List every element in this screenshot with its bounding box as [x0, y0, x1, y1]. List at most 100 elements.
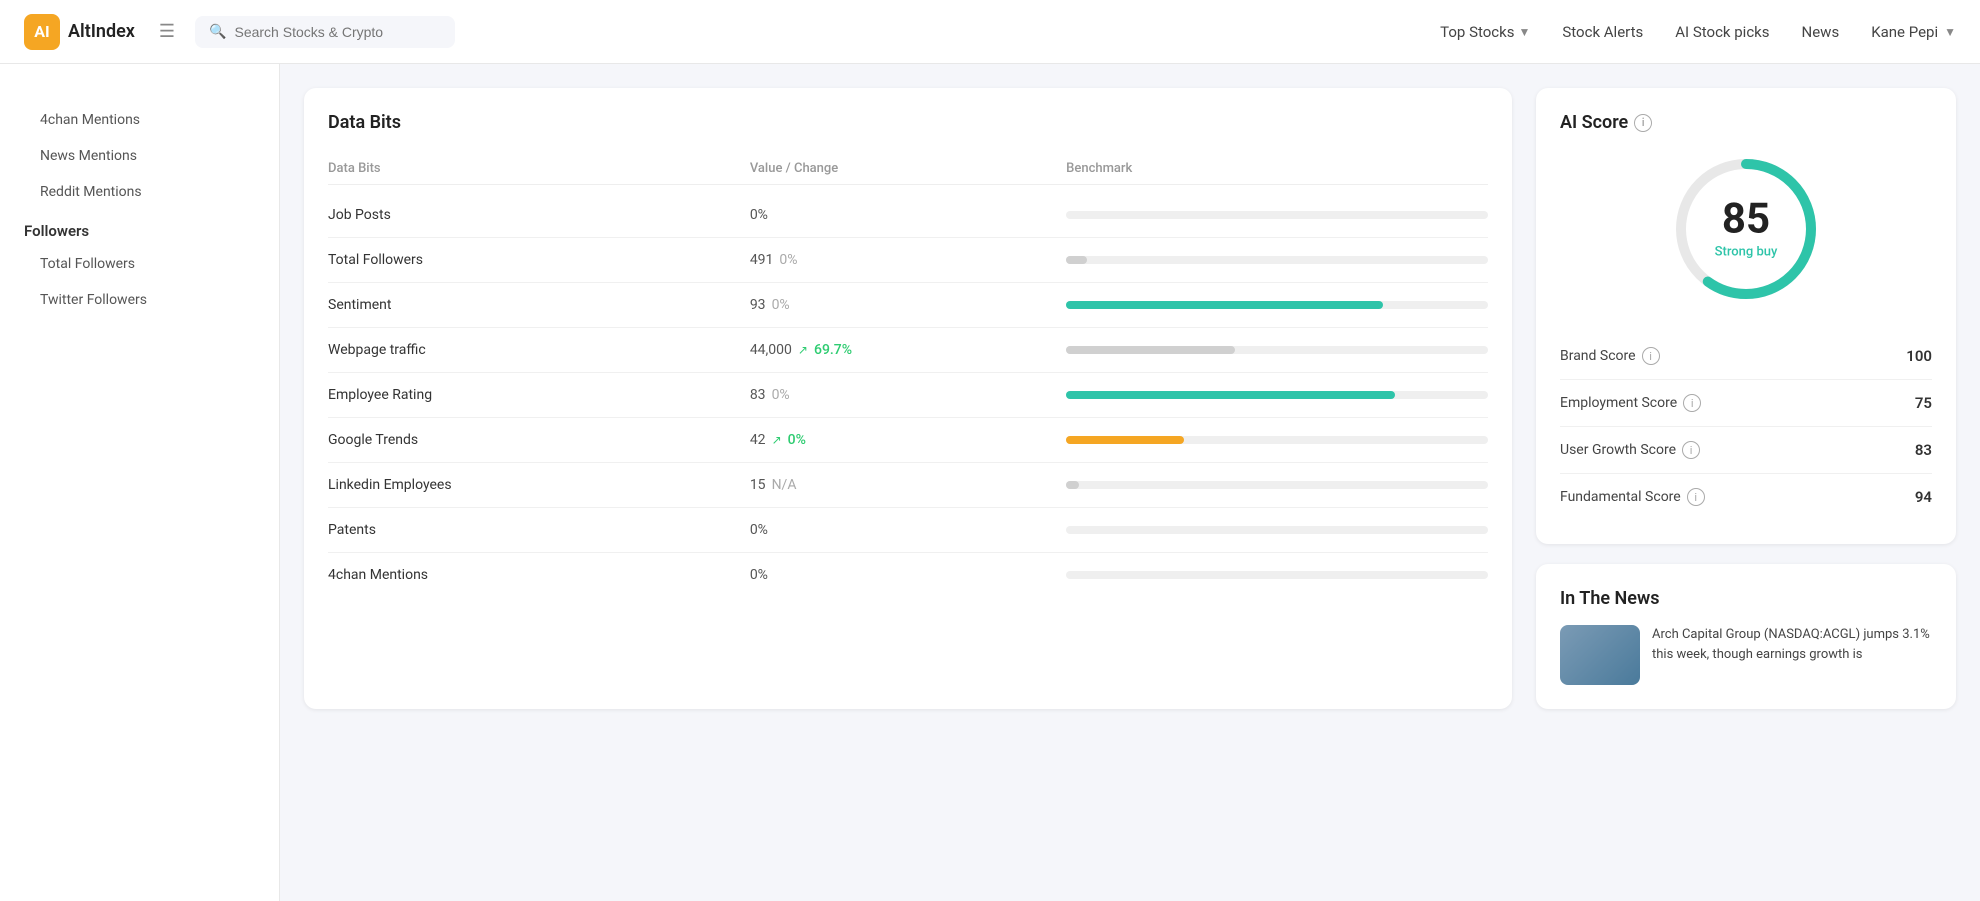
score-row: User Growth Score i 83: [1560, 427, 1932, 474]
score-info-icon[interactable]: i: [1642, 347, 1660, 365]
progress-bar-fill: [1066, 436, 1184, 444]
arrow-up-icon: ↗: [798, 343, 808, 357]
table-row: Employee Rating 83 0%: [328, 373, 1488, 418]
col-value: Value / Change: [750, 161, 1066, 176]
score-rows: Brand Score i 100 Employment Score i 75 …: [1560, 333, 1932, 520]
progress-bar-fill: [1066, 256, 1087, 264]
logo-icon: AI: [24, 14, 60, 50]
row-label: Sentiment: [328, 297, 750, 313]
gauge-wrapper: 85 Strong buy: [1666, 149, 1826, 309]
table-row: Patents 0%: [328, 508, 1488, 553]
row-pct: 0%: [772, 387, 790, 403]
row-benchmark: [1066, 526, 1488, 534]
chevron-down-icon: ▼: [1518, 25, 1530, 39]
progress-bar-container: [1066, 346, 1488, 354]
score-label: User Growth Score i: [1560, 441, 1700, 459]
row-value: 93 0%: [750, 297, 1066, 313]
row-value-main: 491: [750, 252, 774, 268]
progress-bar-fill: [1066, 301, 1382, 309]
sidebar-category-mentions: [0, 84, 279, 102]
sidebar-item-news-mentions[interactable]: News Mentions: [0, 138, 279, 174]
right-panel: AI Score i 85 Strong buy: [1536, 88, 1956, 709]
logo[interactable]: AI AltIndex: [24, 14, 135, 50]
gauge-label: Strong buy: [1715, 245, 1778, 260]
arrow-up-icon: ↗: [772, 433, 782, 447]
row-value: 15 N/A: [750, 477, 1066, 493]
row-pct: 0%: [788, 432, 806, 448]
table-row: 4chan Mentions 0%: [328, 553, 1488, 597]
row-value-main: 44,000: [750, 342, 792, 358]
news-thumbnail: [1560, 625, 1640, 685]
nav-news[interactable]: News: [1802, 23, 1840, 41]
row-label: Total Followers: [328, 252, 750, 268]
search-input[interactable]: [234, 24, 434, 40]
hamburger-icon[interactable]: ☰: [159, 21, 175, 42]
news-card: In The News Arch Capital Group (NASDAQ:A…: [1536, 564, 1956, 709]
score-row: Brand Score i 100: [1560, 333, 1932, 380]
search-bar[interactable]: 🔍: [195, 16, 455, 48]
table-row: Job Posts 0%: [328, 193, 1488, 238]
col-label: Data Bits: [328, 161, 750, 176]
score-value: 100: [1906, 347, 1932, 365]
row-value-main: 83: [750, 387, 766, 403]
row-value-main: 15: [750, 477, 766, 493]
nav-top-stocks[interactable]: Top Stocks ▼: [1440, 23, 1530, 41]
sidebar: 4chan Mentions News Mentions Reddit Ment…: [0, 64, 280, 901]
ai-score-title: AI Score i: [1560, 112, 1932, 133]
row-value: 83 0%: [750, 387, 1066, 403]
sidebar-followers-category: Followers Total Followers Twitter Follow…: [0, 210, 279, 318]
score-row: Employment Score i 75: [1560, 380, 1932, 427]
row-value: 0%: [750, 567, 1066, 583]
progress-bar-container: [1066, 571, 1488, 579]
data-bits-table: Job Posts 0% Total Followers 491 0% Sent…: [328, 193, 1488, 597]
row-value: 0%: [750, 207, 1066, 223]
row-benchmark: [1066, 301, 1488, 309]
score-info-icon[interactable]: i: [1687, 488, 1705, 506]
nav-stock-alerts[interactable]: Stock Alerts: [1562, 23, 1643, 41]
logo-text: AltIndex: [68, 21, 135, 42]
header: AI AltIndex ☰ 🔍 Top Stocks ▼ Stock Alert…: [0, 0, 1980, 64]
ai-score-card: AI Score i 85 Strong buy: [1536, 88, 1956, 544]
table-row: Webpage traffic 44,000 ↗ 69.7%: [328, 328, 1488, 373]
progress-bar-fill: [1066, 346, 1235, 354]
progress-bar-container: [1066, 526, 1488, 534]
row-pct: 69.7%: [814, 342, 852, 358]
score-info-icon[interactable]: i: [1683, 394, 1701, 412]
progress-bar-fill: [1066, 481, 1079, 489]
sidebar-item-4chan-mentions[interactable]: 4chan Mentions: [0, 102, 279, 138]
progress-bar-fill: [1066, 391, 1395, 399]
main-content: Data Bits Data Bits Value / Change Bench…: [280, 64, 1980, 733]
ai-score-info-icon[interactable]: i: [1634, 114, 1652, 132]
news-thumbnail-img: [1560, 625, 1640, 685]
row-pct: N/A: [772, 477, 797, 493]
data-bits-title: Data Bits: [328, 112, 1488, 133]
table-header: Data Bits Value / Change Benchmark: [328, 153, 1488, 185]
row-label: Webpage traffic: [328, 342, 750, 358]
sidebar-mentions-category: 4chan Mentions News Mentions Reddit Ment…: [0, 84, 279, 210]
row-value-main: 42: [750, 432, 766, 448]
row-value: 491 0%: [750, 252, 1066, 268]
row-benchmark: [1066, 436, 1488, 444]
sidebar-item-twitter-followers[interactable]: Twitter Followers: [0, 282, 279, 318]
row-label: Employee Rating: [328, 387, 750, 403]
row-value: 44,000 ↗ 69.7%: [750, 342, 1066, 358]
news-item: Arch Capital Group (NASDAQ:ACGL) jumps 3…: [1560, 625, 1932, 685]
row-value: 42 ↗ 0%: [750, 432, 1066, 448]
score-row: Fundamental Score i 94: [1560, 474, 1932, 520]
row-pct: 0%: [772, 297, 790, 313]
sidebar-item-reddit-mentions[interactable]: Reddit Mentions: [0, 174, 279, 210]
score-label: Brand Score i: [1560, 347, 1660, 365]
user-chevron-icon: ▼: [1944, 25, 1956, 39]
row-benchmark: [1066, 346, 1488, 354]
row-label: Google Trends: [328, 432, 750, 448]
row-label: Patents: [328, 522, 750, 538]
nav-ai-stock-picks[interactable]: AI Stock picks: [1675, 23, 1769, 41]
row-benchmark: [1066, 571, 1488, 579]
sidebar-item-total-followers[interactable]: Total Followers: [0, 246, 279, 282]
score-info-icon[interactable]: i: [1682, 441, 1700, 459]
row-benchmark: [1066, 391, 1488, 399]
nav-user[interactable]: Kane Pepi ▼: [1871, 23, 1956, 41]
top-nav: Top Stocks ▼ Stock Alerts AI Stock picks…: [1440, 23, 1956, 41]
layout: 4chan Mentions News Mentions Reddit Ment…: [0, 64, 1980, 733]
row-label: Job Posts: [328, 207, 750, 223]
